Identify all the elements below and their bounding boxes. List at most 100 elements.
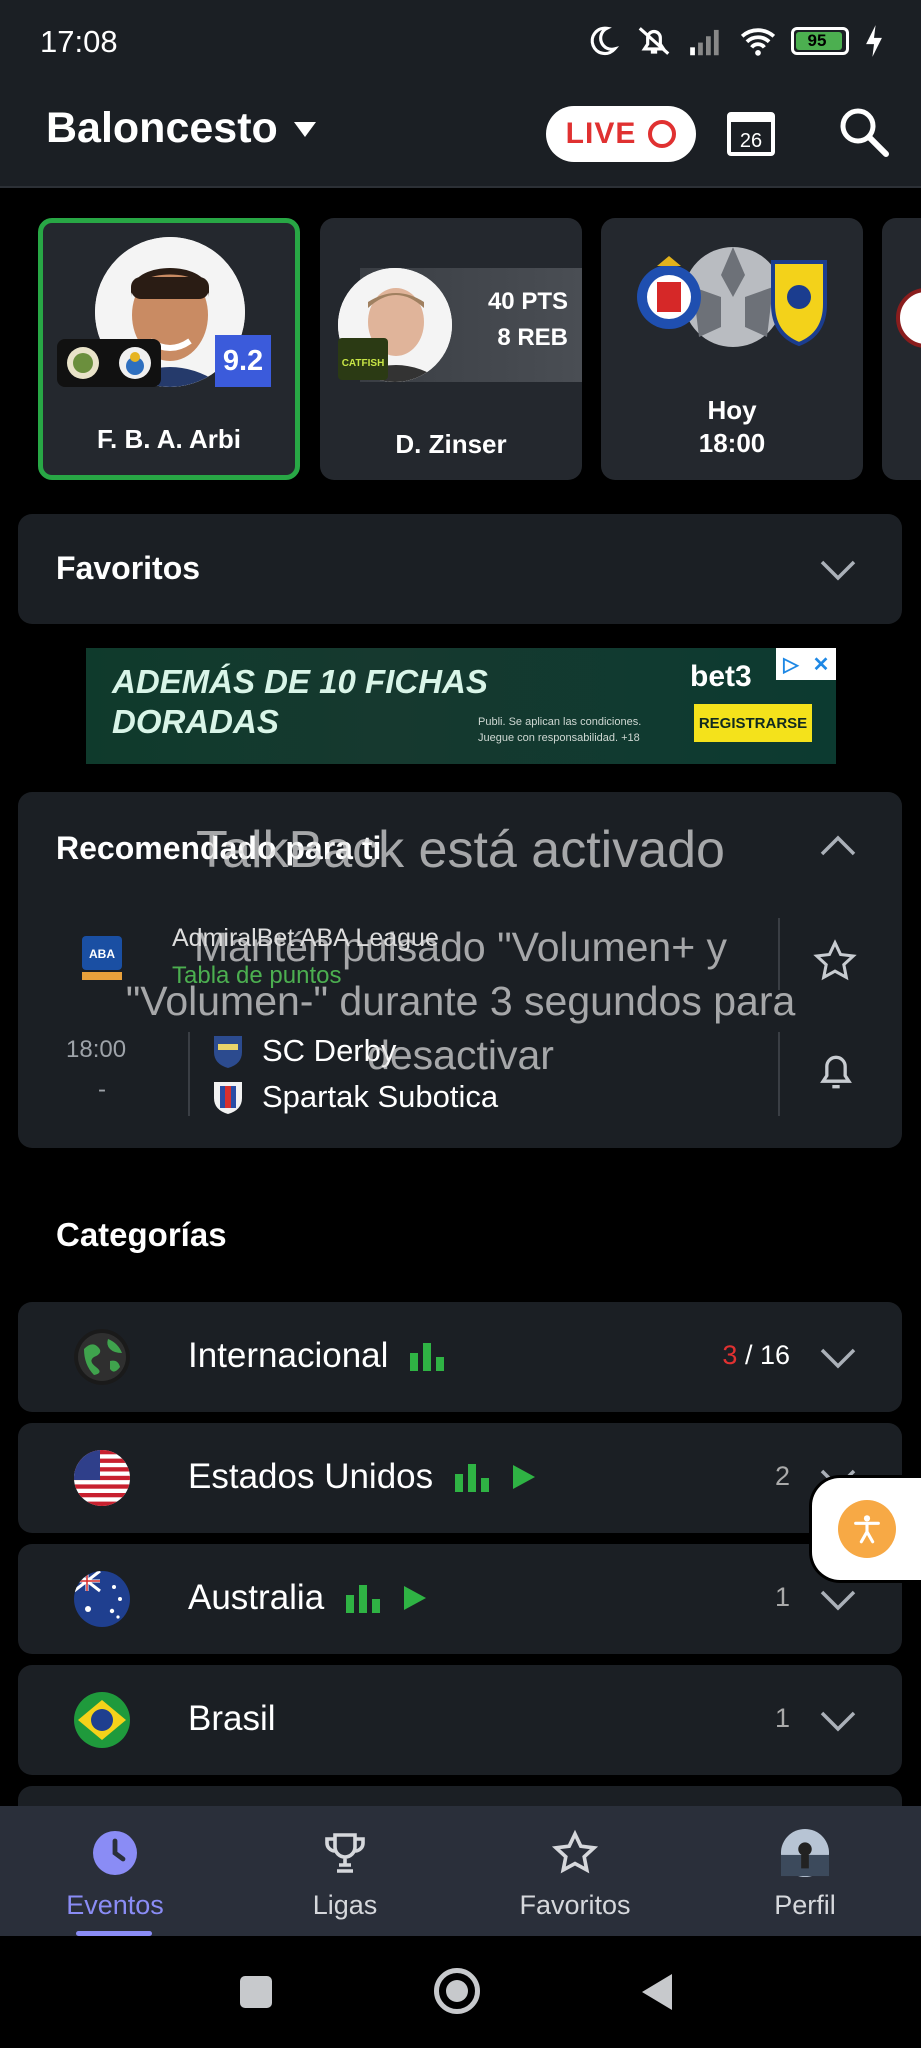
ad-info-icon[interactable]: ▷ [776,648,806,680]
live-button[interactable]: LIVE [546,106,696,162]
ad-fine-print: Publi. Se aplican las condiciones. Juegu… [478,714,641,746]
home-team[interactable]: SC Derby [212,1032,396,1070]
sport-selector[interactable]: Baloncesto [46,104,318,153]
clock-icon [93,1831,137,1875]
back-button[interactable] [640,1972,674,2012]
trophy-icon [325,1833,365,1873]
live-stats-icon [455,1464,490,1492]
chevron-down-icon[interactable] [818,1580,858,1620]
calendar-button[interactable]: 26 [726,106,776,158]
category-internacional[interactable]: Internacional 3 / 16 [18,1302,902,1412]
league-standings-link[interactable]: Tabla de puntos [172,962,341,990]
us-flag-icon [74,1450,130,1506]
divider [778,1032,780,1116]
away-team-name: Spartak Subotica [262,1079,499,1114]
nav-label: Perfil [774,1890,836,1920]
event-count: 1 [774,1703,790,1733]
event-count: 3 / 16 [722,1340,790,1371]
match-crests [637,247,827,347]
bottom-navigation: Eventos Ligas Favoritos Perfil [0,1806,921,1936]
match-day: Hoy [707,395,757,425]
team-logo [214,1082,242,1114]
nav-label: Eventos [66,1890,164,1920]
home-team-name: SC Derby [262,1033,397,1068]
match-status: - [98,1076,106,1103]
favorites-panel[interactable]: Favoritos [18,514,902,624]
match-time: Hoy 18:00 [601,394,863,460]
nav-eventos[interactable]: Eventos [0,1806,230,1936]
ad-headline-line2: DORADAS [112,703,279,740]
team-logo [896,288,921,348]
category-name: Internacional [188,1336,445,1376]
system-navigation-bar [0,1936,921,2048]
accessibility-icon [838,1500,896,1558]
ad-headline-line1: ADEMÁS DE 10 FICHAS [112,663,488,700]
chevron-up-icon[interactable] [818,826,858,866]
featured-match-card[interactable]: Hoy 18:00 [601,218,863,480]
chevron-down-icon[interactable] [818,550,858,590]
moon-icon [590,26,620,56]
nav-perfil[interactable]: Perfil [690,1806,920,1936]
battery-icon: 95 [791,27,849,55]
nav-favoritos[interactable]: Favoritos [460,1806,690,1936]
australia-flag-icon [74,1571,130,1627]
featured-card-partial[interactable] [882,218,921,480]
chevron-down-icon[interactable] [818,1338,858,1378]
brazil-flag-icon [74,1692,130,1748]
ad-cta-button[interactable]: REGISTRARSE [694,704,812,742]
featured-carousel[interactable]: 9.2 F. B. A. Arbi 40 PTS 8 REB CATFISH D… [0,190,921,502]
chevron-down-icon[interactable] [818,1701,858,1741]
category-label: Internacional [188,1336,389,1375]
live-ring-icon [648,120,677,148]
featured-stats-card[interactable]: 40 PTS 8 REB CATFISH D. Zinser [320,218,582,480]
app-header: Baloncesto LIVE 26 [0,84,921,188]
nav-ligas[interactable]: Ligas [230,1806,460,1936]
sport-label: Baloncesto [46,104,278,152]
league-logo: ABA [82,936,122,980]
wifi-icon [740,28,776,56]
away-team[interactable]: Spartak Subotica [212,1078,498,1116]
match-hour: 18:00 [698,428,766,458]
recommended-title: Recomendado para ti [56,830,382,866]
category-australia[interactable]: Australia 1 [18,1544,902,1654]
category-estados-unidos[interactable]: Estados Unidos 2 [18,1423,902,1533]
ad-choices[interactable]: ▷ ✕ [776,648,836,680]
category-brasil[interactable]: Brasil 1 [18,1665,902,1775]
catfish-badge-text: CATFISH [342,358,385,369]
player-name: F. B. A. Arbi [97,424,241,454]
avatar [780,1828,830,1878]
globe-icon [74,1329,130,1385]
play-icon [513,1465,536,1489]
stat-points: 40 PTS [487,288,568,315]
stat-rebounds: 8 REB [497,324,568,351]
ad-fine-print-line2: Juegue con responsabilidad. +18 [478,732,640,744]
teams-badge [57,339,161,387]
league-name[interactable]: AdmiralBet ABA League [172,924,439,953]
favorites-title: Favoritos [56,550,201,586]
accessibility-button[interactable] [812,1478,921,1580]
bell-icon[interactable] [814,1048,858,1096]
ad-headline: ADEMÁS DE 10 FICHAS DORADAS [112,662,488,742]
caret-down-icon [293,121,316,137]
search-button[interactable] [836,104,892,160]
match-time: 18:00 [66,1036,127,1063]
close-icon[interactable]: ✕ [806,648,836,680]
star-icon[interactable] [812,938,858,984]
total-count: 16 [759,1340,790,1370]
play-icon [404,1586,427,1610]
category-label: Australia [188,1578,325,1617]
live-count: 3 [722,1340,738,1370]
status-icons: 95 [583,22,885,60]
ad-brand: bet3 [690,660,752,693]
home-button[interactable] [434,1968,480,2014]
featured-player-card[interactable]: 9.2 F. B. A. Arbi [38,218,300,480]
recents-button[interactable] [240,1976,272,2008]
event-count: 1 [774,1582,790,1612]
live-label: LIVE [565,117,637,150]
event-count: 2 [774,1461,790,1491]
player-rating: 9.2 [215,335,271,387]
catfish-logo: CATFISH [338,338,388,380]
player-name: D. Zinser [395,429,507,459]
ad-banner[interactable]: ADEMÁS DE 10 FICHAS DORADAS Publi. Se ap… [86,648,836,764]
live-stats-icon [410,1343,445,1371]
